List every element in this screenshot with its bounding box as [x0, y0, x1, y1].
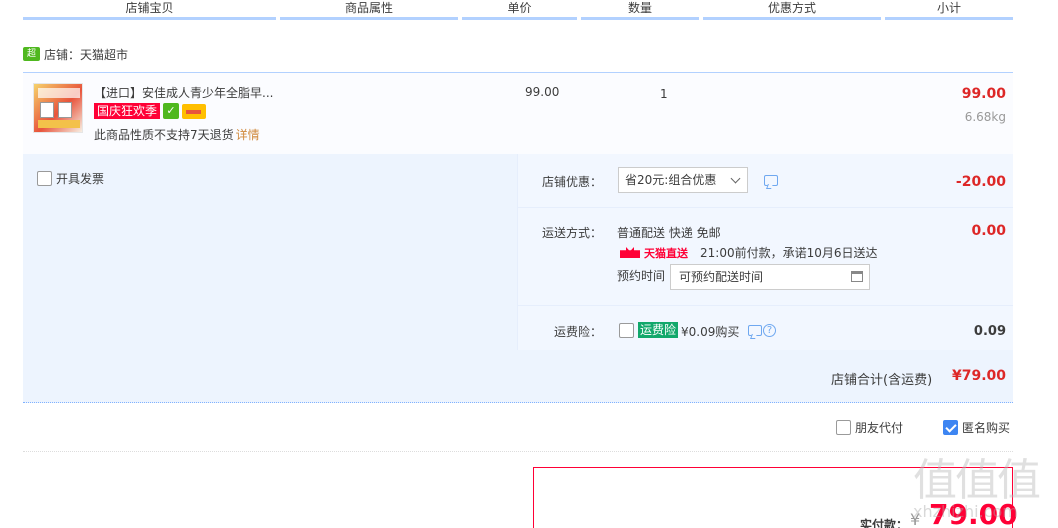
no-return-notice: 此商品性质不支持7天退货 详情: [94, 126, 260, 143]
divider: [23, 451, 1013, 452]
friend-pay-label[interactable]: 朋友代付: [855, 419, 903, 436]
watermark-url: xhzhizhi.com: [913, 502, 1018, 521]
cart-item: 【进口】安佳成人青少年全脂早... 国庆狂欢季 ✓ 此商品性质不支持7天退货 详情…: [23, 72, 1013, 154]
message-icon[interactable]: [748, 325, 762, 336]
header-col-quantity: 数量: [581, 0, 699, 20]
help-icon[interactable]: ?: [763, 324, 776, 337]
insurance-tag: 运费险: [638, 322, 679, 338]
store-discount-value: 省20元:组合优惠: [625, 173, 717, 187]
insurance-price: ¥0.09购买: [681, 325, 740, 339]
service-badge-icon: ✓: [163, 103, 179, 119]
order-options: 开具发票 店铺优惠： 省20元:组合优惠 -20.00 运送方式： 普通配送 快…: [23, 154, 1013, 403]
invoice-label: 开具发票: [56, 172, 105, 186]
store-row: 超市 店铺：天猫超市: [23, 44, 128, 73]
product-thumbnail[interactable]: [33, 83, 83, 133]
store-discount-label: 店铺优惠：: [542, 175, 603, 189]
quantity: 1: [660, 87, 668, 101]
store-total-amount: ¥79.00: [951, 368, 1006, 384]
delivery-promise: 21:00前付款，承诺10月6日送达: [700, 246, 878, 260]
bottom-options: 朋友代付 匿名购买: [836, 419, 1010, 436]
header-col-item: 店铺宝贝: [23, 0, 276, 20]
shipping-method: 普通配送 快递 免邮: [617, 226, 721, 240]
invoice-checkbox[interactable]: [37, 171, 52, 186]
header-col-subtotal: 小计: [885, 0, 1013, 20]
insurance-label: 运费险：: [554, 325, 603, 339]
unit-price: 99.00: [525, 85, 560, 99]
invoice-option[interactable]: 开具发票: [37, 170, 104, 187]
shipping-fee: 0.00: [971, 223, 1006, 239]
details-link[interactable]: 详情: [236, 128, 260, 142]
chevron-down-icon: [730, 173, 741, 184]
header-col-discount: 优惠方式: [703, 0, 881, 20]
store-total-label: 店铺合计(含运费): [831, 373, 933, 388]
supermarket-icon: 超市: [23, 47, 40, 73]
store-discount-select[interactable]: 省20元:组合优惠: [618, 167, 748, 193]
friend-pay-checkbox[interactable]: [836, 420, 851, 435]
promo-tag: 国庆狂欢季: [94, 103, 161, 119]
payment-label: 实付款：: [860, 518, 909, 528]
insurance-checkbox[interactable]: [619, 323, 634, 338]
shipping-label: 运送方式：: [542, 226, 603, 240]
card-badge-icon: [182, 104, 206, 119]
no-return-text: 此商品性质不支持7天退货: [94, 128, 234, 142]
tmall-direct-tag: 天猫直送: [644, 247, 688, 260]
divider: [517, 207, 1013, 208]
item-weight: 6.68kg: [964, 110, 1006, 124]
product-title[interactable]: 【进口】安佳成人青少年全脂早...: [94, 84, 273, 101]
header-col-attributes: 商品属性: [280, 0, 458, 20]
insurance-amount: 0.09: [973, 324, 1006, 339]
divider: [517, 305, 1013, 306]
header-col-price: 单价: [462, 0, 577, 20]
anonymous-label[interactable]: 匿名购买: [962, 419, 1010, 436]
schedule-label: 预约时间: [617, 269, 666, 283]
schedule-time-value: 可预约配送时间: [679, 270, 764, 284]
watermark-logo: 值值值 xhzhizhi.com: [913, 444, 1053, 528]
store-name[interactable]: 店铺：天猫超市: [44, 46, 128, 63]
cart-header: 店铺宝贝 商品属性 单价 数量 优惠方式 小计: [23, 0, 1013, 20]
item-subtotal: 99.00: [961, 86, 1006, 102]
anonymous-checkbox[interactable]: [943, 420, 959, 435]
calendar-icon[interactable]: [851, 271, 863, 282]
message-icon[interactable]: [764, 175, 778, 186]
watermark-chars: 值值值: [913, 455, 1041, 506]
store-discount-amount: -20.00: [955, 174, 1006, 190]
schedule-time-input[interactable]: 可预约配送时间: [670, 264, 870, 290]
